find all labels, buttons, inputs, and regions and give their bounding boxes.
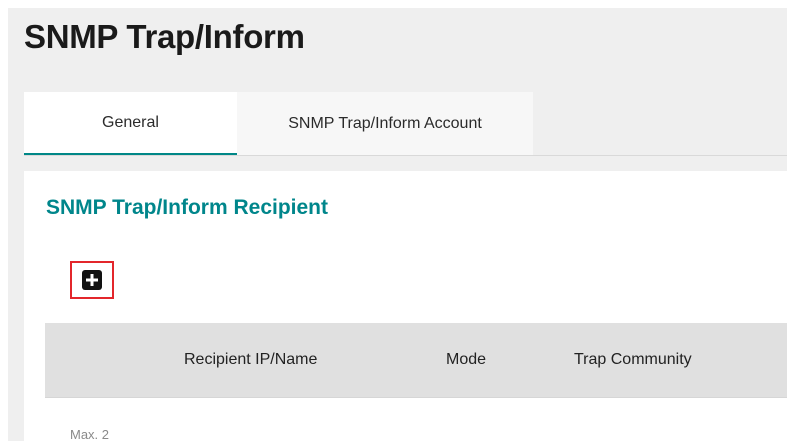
section-title: SNMP Trap/Inform Recipient [46, 196, 328, 219]
column-header-trap-community[interactable]: Trap Community [574, 323, 692, 397]
tab-account-label: SNMP Trap/Inform Account [288, 115, 482, 132]
add-recipient-button[interactable] [70, 261, 114, 299]
plus-square-icon [82, 270, 102, 290]
column-header-recipient-ip-name[interactable]: Recipient IP/Name [184, 323, 317, 397]
tab-bar: General SNMP Trap/Inform Account [24, 92, 533, 156]
tabs-divider [24, 155, 787, 156]
table-divider [45, 397, 787, 398]
column-header-mode[interactable]: Mode [446, 323, 486, 397]
tab-general[interactable]: General [24, 92, 237, 156]
max-entries-note: Max. 2 [70, 427, 110, 442]
content-card: SNMP Trap/Inform Recipient Recipient IP/… [24, 171, 787, 442]
tab-general-label: General [102, 113, 159, 131]
table-header: Recipient IP/Name Mode Trap Community [45, 323, 787, 397]
tab-snmp-trap-inform-account[interactable]: SNMP Trap/Inform Account [237, 92, 533, 156]
page-title: SNMP Trap/Inform [24, 18, 305, 55]
